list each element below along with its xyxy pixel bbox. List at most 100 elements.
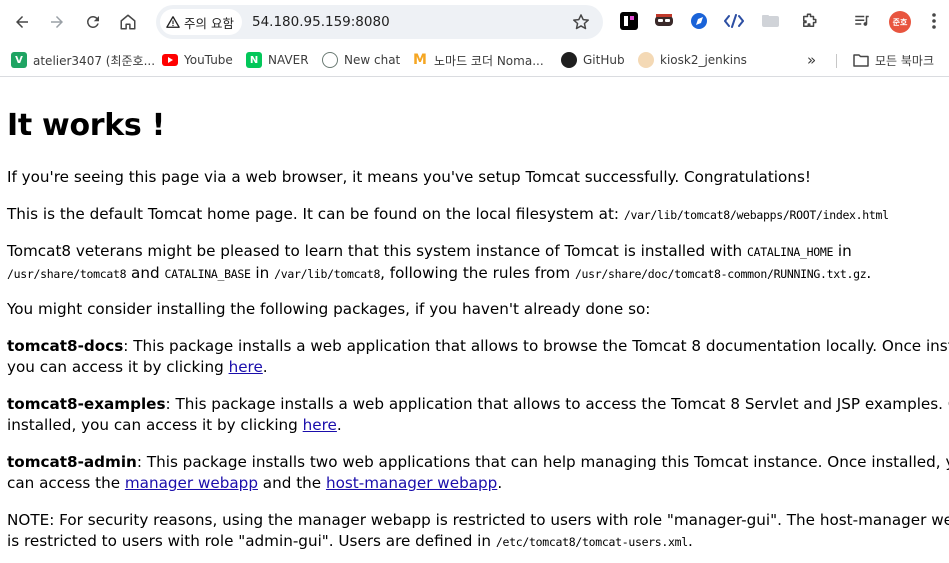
bookmark-item[interactable]: YouTube [162,50,233,70]
extension-icon[interactable] [761,11,781,31]
more-vert-icon [932,13,936,29]
admin-package-name: tomcat8-admin [7,453,137,471]
browser-menu-button[interactable] [924,11,944,31]
security-label: 주의 요함 [184,15,234,31]
examples-package-name: tomcat8-examples [7,395,166,413]
bookmark-item[interactable]: New chat [322,50,400,70]
admin-package-text: can access the [7,474,125,492]
admin-package-text: : This package installs two web applicat… [136,453,949,471]
folder-icon [853,54,869,67]
examples-package-text: : This package installs a web applicatio… [165,395,949,413]
default-page-paragraph: This is the default Tomcat home page. It… [7,204,949,226]
nomad-favicon-icon: M [413,52,427,68]
docs-package-paragraph: tomcat8-docs: This package installs a we… [7,336,949,378]
veterans-text: Tomcat8 veterans might be pleased to lea… [7,242,747,260]
veterans-text: in [833,242,852,260]
queue-music-icon [855,15,869,26]
extension-icon[interactable] [724,11,744,31]
index-path: /var/lib/tomcat8/webapps/ROOT/index.html [623,208,889,222]
note-text: . [687,532,693,550]
admin-package-text: . [497,474,503,492]
bookmark-folder-label: 모든 북마크 [875,53,935,68]
compass-extension-icon [691,13,707,29]
note-text: NOTE: For security reasons, using the ma… [7,511,949,529]
chatgpt-favicon-icon [322,52,338,68]
bookmark-label: GitHub [583,53,625,67]
examples-package-paragraph: tomcat8-examples: This package installs … [7,394,949,436]
extension-icon[interactable] [654,11,674,31]
folder-extension-icon [762,15,779,27]
url-text[interactable]: 54.180.95.159:8080 [252,14,390,30]
examples-package-text: installed, you can access it by clicking [7,416,303,434]
docs-package-text: . [262,358,268,376]
examples-here-link[interactable]: here [303,416,337,434]
packages-intro-paragraph: You might consider installing the follow… [7,299,949,320]
note-text: is restricted to users with role "admin-… [7,532,496,550]
bookmark-item[interactable]: GitHub [561,50,625,70]
packages-intro-text: You might consider installing the follow… [7,300,651,318]
github-favicon-icon [561,52,577,68]
docs-here-link[interactable]: here [229,358,263,376]
media-controls-button[interactable] [852,11,872,31]
admin-package-text: and the [257,474,326,492]
jetbrains-extension-icon [620,12,638,30]
veterans-text: . [866,264,872,282]
running-path-code: /usr/share/doc/tomcat8-common/RUNNING.tx… [574,267,867,281]
warning-icon [166,16,180,28]
extension-icon[interactable] [689,11,709,31]
home-path-code: /usr/share/tomcat8 [7,267,127,281]
address-bar[interactable]: 주의 요함 54.180.95.159:8080 [156,5,603,39]
home-icon [120,14,136,30]
intro-paragraph: If you're seeing this page via a web bro… [7,167,949,188]
bookmark-item[interactable]: N NAVER [246,50,309,70]
back-button[interactable] [7,7,37,37]
admin-package-paragraph: tomcat8-admin: This package installs two… [7,452,949,494]
host-manager-webapp-link[interactable]: host-manager webapp [326,474,497,492]
page-title: It works ! [7,108,166,143]
intro-text: If you're seeing this page via a web bro… [7,168,811,186]
extensions-menu-button[interactable] [799,11,819,31]
arrow-left-icon [16,16,28,28]
mask-extension-icon [655,14,673,26]
naver-favicon-icon: N [246,52,262,68]
reload-icon [86,15,99,28]
bookmark-item[interactable]: M 노마드 코더 Noma... [412,50,544,70]
veterans-text: and [126,264,165,282]
docs-package-text: you can access it by clicking [7,358,229,376]
browser-toolbar: 주의 요함 54.180.95.159:8080 준호 [0,0,949,44]
veterans-paragraph: Tomcat8 veterans might be pleased to lea… [7,241,949,285]
bookmark-label: kiosk2_jenkins [660,53,747,67]
arrow-right-icon [51,16,63,28]
chevron-double-right-icon: » [807,51,817,69]
all-bookmarks-folder[interactable]: 모든 북마크 [853,50,934,70]
code-extension-icon [724,14,744,28]
v-favicon-icon: V [11,52,27,68]
veterans-text: in [250,264,275,282]
docs-package-name: tomcat8-docs [7,337,124,355]
page-content: It works ! If you're seeing this page vi… [0,78,949,563]
manager-webapp-link[interactable]: manager webapp [125,474,258,492]
extension-icon[interactable] [619,11,639,31]
veterans-text: , following the rules from [380,264,575,282]
default-page-text: This is the default Tomcat home page. It… [7,205,624,223]
bookmark-label: New chat [344,53,401,67]
bookmarks-divider [836,54,837,68]
profile-avatar[interactable]: 준호 [889,11,911,33]
docs-package-text: : This package installs a web applicatio… [123,337,949,355]
examples-package-text: . [336,416,342,434]
tomcat-users-path: /etc/tomcat8/tomcat-users.xml [495,535,688,549]
forward-button[interactable] [42,7,72,37]
security-indicator[interactable]: 주의 요함 [160,9,242,35]
reload-button[interactable] [78,7,108,37]
bookmark-label: atelier3407 (최준호... [33,53,156,68]
catalina-base-code: CATALINA_BASE [164,267,251,281]
bookmark-item[interactable]: V atelier3407 (최준호... [11,50,155,70]
home-button[interactable] [113,7,143,37]
bookmarks-overflow-button[interactable]: » [807,50,816,70]
bookmark-star-icon[interactable] [571,12,591,32]
puzzle-icon [803,13,817,27]
base-path-code: /var/lib/tomcat8 [274,267,381,281]
jenkins-favicon-icon [638,52,654,68]
bookmark-item[interactable]: kiosk2_jenkins [638,50,747,70]
security-note-paragraph: NOTE: For security reasons, using the ma… [7,510,949,553]
